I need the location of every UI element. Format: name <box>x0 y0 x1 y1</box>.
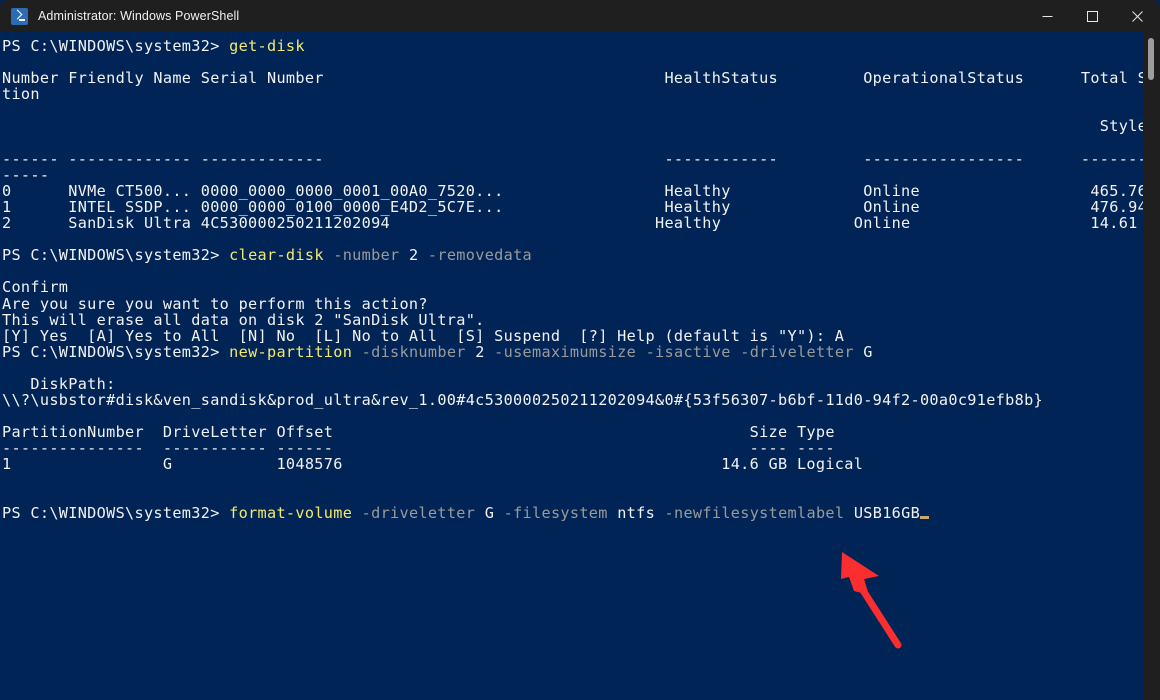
prompt-text: PS C:\WINDOWS\system32> <box>2 246 230 265</box>
diskpath-label: DiskPath: <box>2 374 116 393</box>
window-controls <box>1025 0 1160 32</box>
command-line-new-partition: PS C:\WINDOWS\system32> new-partition -d… <box>2 344 1143 360</box>
command-token: new-partition <box>229 342 353 361</box>
command-line-get-disk: PS C:\WINDOWS\system32> get-disk <box>2 38 1143 54</box>
close-icon <box>1132 10 1143 22</box>
command-line-format-volume[interactable]: PS C:\WINDOWS\system32> format-volume -d… <box>2 505 1143 521</box>
diskpath-value: \\?\usbstor#disk&ven_sandisk&prod_ultra&… <box>2 391 1044 410</box>
param-value: G <box>863 342 873 361</box>
window-title: Administrator: Windows PowerShell <box>38 9 240 23</box>
vertical-scrollbar[interactable] <box>1143 32 1160 700</box>
command-token: get-disk <box>229 37 305 55</box>
powershell-window: Administrator: Windows PowerShell PS C:\… <box>0 0 1160 700</box>
text-cursor <box>920 515 930 519</box>
param-token: -number <box>333 246 400 265</box>
command-token: format-volume <box>229 503 353 522</box>
maximize-button[interactable] <box>1070 0 1115 32</box>
disk-table-header-line-1: Number Friendly Name Serial Number Healt… <box>2 69 1143 88</box>
command-token: clear-disk <box>229 246 324 265</box>
param-token: -driveletter <box>740 342 854 361</box>
disk-table-header-line-2: tion <box>2 85 40 104</box>
param-token: -usemaximumsize <box>494 342 637 361</box>
disk-table-header-line-3: Style <box>2 117 1143 136</box>
prompt-text: PS C:\WINDOWS\system32> <box>2 503 230 522</box>
param-token: -newfilesystemlabel <box>664 503 845 522</box>
confirm-question: Are you sure you want to perform this ac… <box>2 294 428 313</box>
confirm-title: Confirm <box>2 278 69 297</box>
table-row: 1 INTEL SSDP... 0000_0000_0100_0000_E4D2… <box>2 197 1143 216</box>
confirm-choices: [Y] Yes [A] Yes to All [N] No [L] No to … <box>2 326 845 345</box>
param-token: -isactive <box>645 342 731 361</box>
param-value: USB16GB <box>853 503 921 522</box>
minimize-icon <box>1042 15 1053 17</box>
table-row: 0 NVMe CT500... 0000_0000_0000_0001_00A0… <box>2 181 1143 200</box>
param-value: ntfs <box>617 503 656 522</box>
disk-table-separator-1: ------ ------------- ------------- -----… <box>2 149 1143 168</box>
command-line-clear-disk: PS C:\WINDOWS\system32> clear-disk -numb… <box>2 247 1143 263</box>
scrollbar-thumb[interactable] <box>1148 38 1154 80</box>
disk-table-separator-2: ----- <box>2 165 50 184</box>
powershell-icon <box>11 7 28 25</box>
table-row: 1 G 1048576 14.6 GB Logical <box>2 455 864 474</box>
partition-table-separator: --------------- ----------- ------ ---- … <box>2 439 835 458</box>
close-button[interactable] <box>1115 0 1160 32</box>
param-token: -disknumber <box>361 342 466 361</box>
param-value: G <box>484 503 495 522</box>
table-row: 2 SanDisk Ultra 4C530000250211202094 Hea… <box>2 214 1143 233</box>
confirm-detail: This will erase all data on disk 2 "SanD… <box>2 310 485 329</box>
param-token: -filesystem <box>503 503 608 522</box>
title-bar[interactable]: Administrator: Windows PowerShell <box>0 0 1160 32</box>
minimize-button[interactable] <box>1025 0 1070 32</box>
param-token: -removedata <box>427 246 533 265</box>
prompt-text: PS C:\WINDOWS\system32> <box>2 342 230 361</box>
terminal-output-area[interactable]: PS C:\WINDOWS\system32> get-disk Number … <box>0 32 1143 700</box>
param-value: 2 <box>475 342 485 361</box>
maximize-icon <box>1087 10 1098 22</box>
param-token: -driveletter <box>361 503 476 522</box>
prompt-text: PS C:\WINDOWS\system32> <box>2 37 230 55</box>
partition-table-header: PartitionNumber DriveLetter Offset Size … <box>2 423 835 442</box>
